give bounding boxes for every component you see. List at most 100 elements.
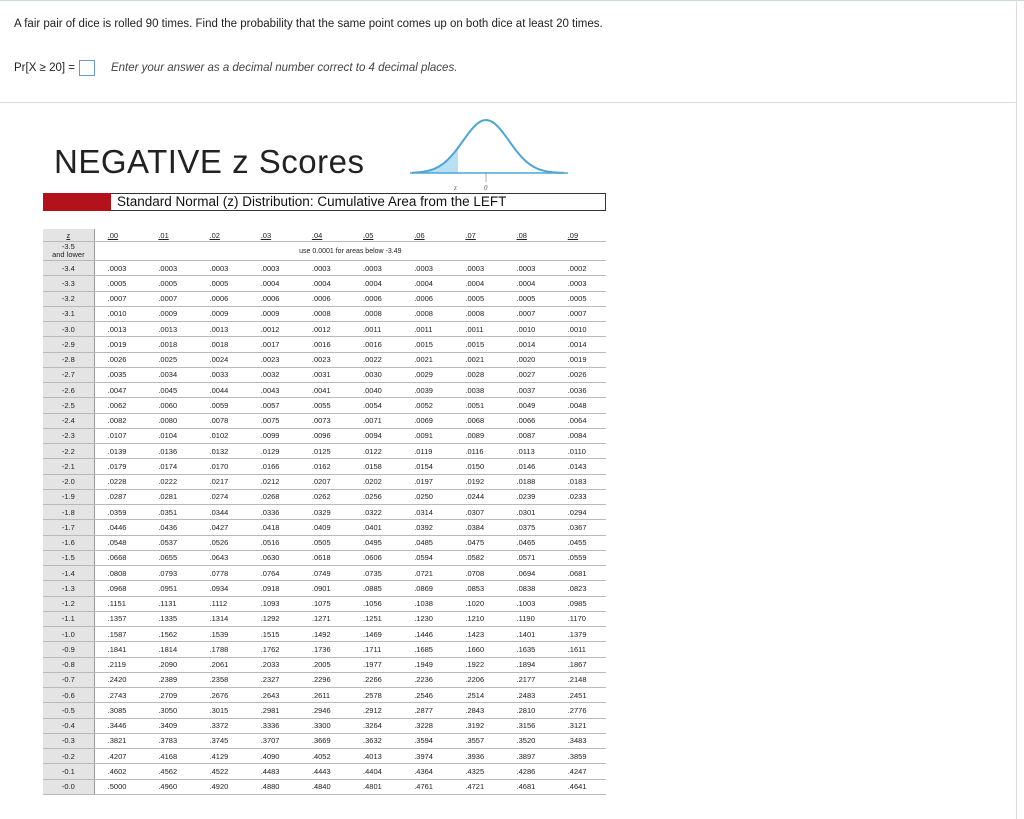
- probability-cell: .0028: [452, 367, 504, 384]
- probability-cell: .1190: [503, 611, 555, 628]
- table-row: -1.4.0808.0793.0778.0764.0749.0735.0721.…: [43, 565, 606, 582]
- probability-cell: .2206: [452, 672, 504, 689]
- column-header: .03: [247, 229, 299, 242]
- probability-cell: .0217: [196, 474, 248, 490]
- column-header: .06: [401, 229, 453, 242]
- probability-cell: .3936: [452, 748, 504, 765]
- probability-cell: .0104: [145, 428, 197, 445]
- table-row: -0.5.3085.3050.3015.2981.2946.2912.2877.…: [43, 702, 606, 719]
- probability-cell: .0016: [298, 336, 351, 353]
- probability-cell: .0018: [196, 336, 248, 353]
- probability-cell: .0003: [247, 260, 299, 277]
- probability-cell: .1539: [196, 626, 248, 643]
- z-value-cell: -1.0: [43, 626, 95, 643]
- probability-cell: .0778: [196, 565, 248, 582]
- probability-cell: .0005: [94, 275, 146, 292]
- probability-cell: .0021: [401, 352, 453, 368]
- probability-cell: .0436: [145, 519, 197, 536]
- probability-cell: .0071: [350, 413, 402, 429]
- probability-cell: .0003: [452, 260, 504, 277]
- probability-cell: .0183: [554, 474, 606, 490]
- probability-cell: .0222: [145, 474, 197, 490]
- probability-cell: .0735: [350, 565, 402, 582]
- probability-cell: .1446: [401, 626, 453, 643]
- column-header: .01: [145, 229, 197, 242]
- distribution-header: Standard Normal (z) Distribution: Cumula…: [43, 193, 606, 211]
- probability-cell: .0094: [350, 428, 402, 445]
- probability-cell: .1151: [94, 596, 146, 612]
- table-row: -1.2.1151.1131.1112.1093.1075.1056.1038.…: [43, 596, 606, 612]
- probability-cell: .1762: [247, 641, 299, 658]
- probability-cell: .4920: [196, 779, 248, 795]
- probability-cell: .0749: [298, 565, 351, 582]
- probability-cell: .2033: [247, 657, 299, 673]
- probability-cell: .0158: [350, 458, 402, 475]
- probability-cell: .1841: [94, 641, 146, 658]
- probability-cell: .4721: [452, 779, 504, 795]
- probability-cell: .1314: [196, 611, 248, 628]
- probability-cell: .0004: [350, 275, 402, 292]
- probability-cell: .0003: [298, 260, 351, 277]
- probability-cell: .0034: [145, 367, 197, 384]
- probability-cell: .1423: [452, 626, 504, 643]
- probability-cell: .0091: [401, 428, 453, 445]
- probability-cell: .0901: [298, 580, 351, 597]
- probability-cell: .1469: [350, 626, 402, 643]
- probability-cell: .3897: [503, 748, 555, 765]
- probability-cell: .4562: [145, 763, 197, 780]
- table-row: -1.1.1357.1335.1314.1292.1271.1251.1230.…: [43, 611, 606, 628]
- probability-cell: .0036: [554, 382, 606, 399]
- probability-cell: .0006: [247, 291, 299, 307]
- probability-cell: .0516: [247, 535, 299, 551]
- probability-cell: .0037: [503, 382, 555, 399]
- probability-cell: .4247: [554, 763, 606, 780]
- probability-cell: .4052: [298, 748, 351, 765]
- probability-cell: .0020: [503, 352, 555, 368]
- probability-cell: .0007: [145, 291, 197, 307]
- probability-cell: .1977: [350, 657, 402, 673]
- probability-cell: .2981: [247, 702, 299, 719]
- probability-cell: .0113: [503, 443, 555, 460]
- probability-cell: .4325: [452, 763, 504, 780]
- table-row: -0.7.2420.2389.2358.2327.2296.2266.2236.…: [43, 672, 606, 689]
- probability-cell: .3594: [401, 733, 453, 750]
- probability-cell: .0014: [554, 336, 606, 353]
- probability-cell: .2358: [196, 672, 248, 689]
- probability-cell: .0062: [94, 397, 146, 414]
- answer-input[interactable]: [78, 60, 95, 76]
- probability-cell: .0013: [196, 321, 248, 338]
- z-value-cell: -0.2: [43, 748, 95, 765]
- probability-cell: .0033: [196, 367, 248, 384]
- table-row: -0.6.2743.2709.2676.2643.2611.2578.2546.…: [43, 687, 606, 704]
- probability-cell: .2177: [503, 672, 555, 689]
- z-value-cell: -1.1: [43, 611, 95, 628]
- probability-cell: .0968: [94, 580, 146, 597]
- probability-cell: .0007: [554, 306, 606, 323]
- probability-cell: .0005: [196, 275, 248, 292]
- curve-zero-label: 0: [484, 184, 488, 192]
- probability-cell: .0351: [145, 504, 197, 521]
- probability-cell: .1292: [247, 611, 299, 628]
- probability-cell: .3859: [554, 748, 606, 765]
- probability-cell: .0099: [247, 428, 299, 445]
- probability-cell: .0043: [247, 382, 299, 399]
- probability-cell: .0934: [196, 580, 248, 597]
- probability-cell: .3520: [503, 733, 555, 750]
- probability-cell: .0314: [401, 504, 453, 521]
- probability-cell: .0051: [452, 397, 504, 414]
- probability-cell: .3015: [196, 702, 248, 719]
- probability-cell: .0003: [554, 275, 606, 292]
- probability-cell: .0006: [350, 291, 402, 307]
- probability-cell: .2877: [401, 702, 453, 719]
- probability-cell: .0281: [145, 489, 197, 506]
- table-row: -2.6.0047.0045.0044.0043.0041.0040.0039.…: [43, 382, 606, 399]
- probability-cell: .1210: [452, 611, 504, 628]
- z-value-cell: -3.0: [43, 321, 95, 338]
- probability-cell: .0170: [196, 458, 248, 475]
- probability-cell: .0010: [554, 321, 606, 338]
- probability-cell: .4013: [350, 748, 402, 765]
- probability-cell: .0548: [94, 535, 146, 551]
- probability-cell: .0256: [350, 489, 402, 506]
- distribution-title: Standard Normal (z) Distribution: Cumula…: [111, 193, 606, 211]
- probability-cell: .0059: [196, 397, 248, 414]
